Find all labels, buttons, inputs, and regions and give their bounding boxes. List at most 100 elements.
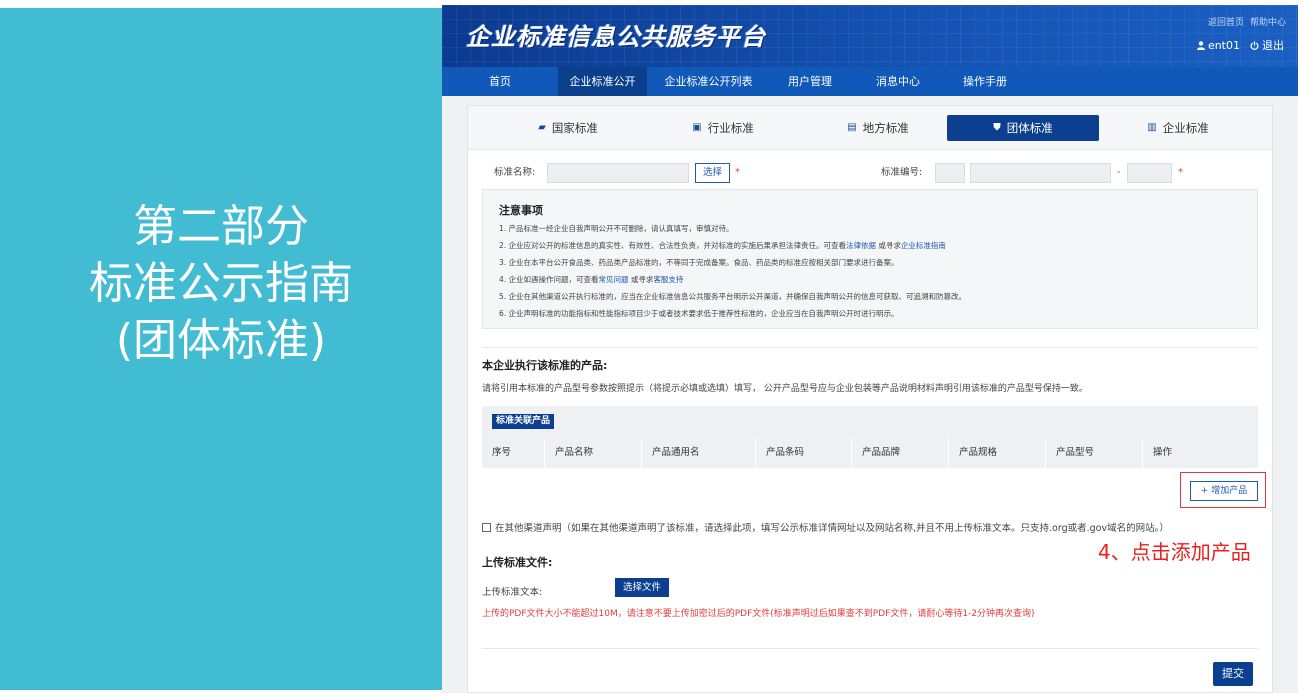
- home-link[interactable]: 返回首页: [1208, 15, 1244, 28]
- add-product-label: 增加产品: [1211, 486, 1248, 496]
- notice-line: 3. 企业在本平台公开食品类、药品类产品标准的，不等同于完成备案。食品、药品类的…: [499, 254, 1249, 271]
- required-mark: *: [1178, 167, 1183, 178]
- notice-line: 2. 企业应对公开的标准信息的真实性、有效性、合法性负责，并对标准的实施后果承担…: [499, 237, 1249, 254]
- logout-button[interactable]: 退出: [1250, 37, 1284, 53]
- slide-root: 第二部分 标准公示指南 (团体标准) 企业标准信息公共服务平台 返回首页 帮助中…: [0, 0, 1303, 698]
- divider: [482, 347, 1258, 348]
- standard-guide-link[interactable]: 企业标准指南: [901, 241, 946, 250]
- shield-icon: ⛊: [993, 122, 1001, 133]
- upload-section-title: 上传标准文件:: [482, 556, 553, 569]
- notice-text: 6. 企业声明标准的功能指标和性能指标项目少于或者技术要求低于推荐性标准的，企业…: [499, 309, 899, 318]
- notice-text: 5. 企业在其他渠道公开执行标准的，应当在企业标准信息公共服务平台明示公开渠道，…: [499, 292, 967, 301]
- legal-basis-link[interactable]: 法律依据: [846, 241, 876, 250]
- choose-file-button[interactable]: 选择文件: [615, 578, 669, 597]
- user-icon: [1196, 40, 1205, 50]
- related-products-table: 标准关联产品 序号 产品名称 产品通用名 产品条码 产品品牌 产品规格 产品型号…: [482, 406, 1258, 468]
- notice-text: 1. 产品标准一经企业自我声明公开不可删除，请认真填写，审慎对待。: [499, 224, 734, 233]
- tab-label: 国家标准: [551, 121, 598, 135]
- column-header: 产品品牌: [852, 438, 949, 468]
- faq-link[interactable]: 常见问题: [599, 275, 629, 284]
- add-product-highlight: + 增加产品: [1180, 472, 1266, 508]
- help-link[interactable]: 帮助中心: [1250, 15, 1286, 28]
- tab-national-standard[interactable]: ▰ 国家标准: [508, 115, 628, 141]
- document-icon: ▤: [847, 122, 857, 133]
- top-links: 返回首页 帮助中心: [1208, 15, 1286, 28]
- logout-label: 退出: [1262, 39, 1284, 52]
- upload-label: 上传标准文本:: [482, 587, 543, 598]
- submit-button[interactable]: 提交: [1213, 662, 1253, 686]
- other-channel-row: 在其他渠道声明（如果在其他渠道声明了该标准，请选择此项，填写公示标准详情网址以及…: [482, 520, 1169, 534]
- divider: [482, 648, 1258, 649]
- tab-label: 企业标准: [1162, 121, 1209, 135]
- notice-line: 4. 企业如遇操作问题，可查看常见问题 或寻求客服支持: [499, 271, 1249, 288]
- other-channel-checkbox[interactable]: [482, 522, 491, 532]
- notice-line: 5. 企业在其他渠道公开执行标准的，应当在企业标准信息公共服务平台明示公开渠道，…: [499, 288, 1249, 305]
- app-window: 企业标准信息公共服务平台 返回首页 帮助中心 ent01 退出 首页 企业标准公…: [442, 5, 1298, 693]
- plus-icon: +: [1200, 486, 1209, 496]
- slide-title-line-3: (团体标准): [115, 315, 327, 366]
- column-header: 产品规格: [949, 438, 1046, 468]
- step-annotation: 4、点击添加产品: [1098, 540, 1251, 564]
- tab-label: 地方标准: [862, 121, 909, 135]
- standard-code-prefix-input[interactable]: [935, 163, 965, 183]
- related-products-badge: 标准关联产品: [492, 414, 555, 429]
- column-header: 产品名称: [545, 438, 642, 468]
- products-section-desc: 请将引用本标准的产品型号参数按照提示（将提示必填或选填）填写， 公开产品型号应与…: [482, 384, 1088, 394]
- book-icon: ▰: [538, 122, 546, 133]
- standard-code-number-input[interactable]: [970, 163, 1111, 183]
- notice-text: 3. 企业在本平台公开食品类、药品类产品标准的，不等同于完成备案。食品、药品类的…: [499, 258, 899, 267]
- slide-left-panel: 第二部分 标准公示指南 (团体标准): [0, 8, 442, 690]
- briefcase-icon: ▣: [692, 122, 702, 133]
- slide-title-line-2: 标准公示指南: [89, 258, 353, 309]
- brand-title: 企业标准信息公共服务平台: [466, 23, 766, 51]
- nav-item-home[interactable]: 首页: [442, 67, 558, 96]
- nav-item-user-management[interactable]: 用户管理: [770, 67, 850, 96]
- code-dash: -: [1117, 167, 1121, 178]
- tab-enterprise-standard[interactable]: ▥ 企业标准: [1118, 115, 1238, 141]
- select-standard-button[interactable]: 选择: [695, 163, 730, 183]
- standard-type-tabs: ▰ 国家标准 ▣ 行业标准 ▤ 地方标准 ⛊ 团体标准 ▥ 企业标准: [468, 106, 1272, 150]
- standard-name-input[interactable]: [547, 163, 689, 183]
- notice-text: 或寻求: [876, 241, 901, 250]
- tab-group-standard[interactable]: ⛊ 团体标准: [947, 115, 1099, 141]
- required-mark: *: [735, 167, 740, 178]
- standard-code-label: 标准编号:: [881, 167, 923, 178]
- notice-line: 1. 产品标准一经企业自我声明公开不可删除，请认真填写，审慎对待。: [499, 220, 1249, 237]
- tab-label: 行业标准: [707, 121, 754, 135]
- add-product-button[interactable]: + 增加产品: [1190, 481, 1258, 501]
- notice-text: 2. 企业应对公开的标准信息的真实性、有效性、合法性负责，并对标准的实施后果承担…: [499, 241, 847, 250]
- notice-box: 注意事项 1. 产品标准一经企业自我声明公开不可删除，请认真填写，审慎对待。 2…: [482, 189, 1258, 329]
- standard-code-year-input[interactable]: [1127, 163, 1172, 183]
- bank-icon: ▥: [1147, 122, 1157, 133]
- notice-title: 注意事项: [499, 204, 543, 217]
- standard-name-label: 标准名称:: [494, 167, 536, 178]
- slide-title-line-1: 第二部分: [133, 201, 309, 252]
- user-menu[interactable]: ent01: [1196, 37, 1240, 53]
- app-header: 企业标准信息公共服务平台 返回首页 帮助中心 ent01 退出: [442, 5, 1298, 67]
- nav-item-standard-publish[interactable]: 企业标准公开: [558, 67, 647, 96]
- table-header: 序号 产品名称 产品通用名 产品条码 产品品牌 产品规格 产品型号 操作: [482, 438, 1258, 468]
- tab-local-standard[interactable]: ▤ 地方标准: [818, 115, 938, 141]
- support-link[interactable]: 客服支持: [653, 275, 683, 284]
- main-content: ▰ 国家标准 ▣ 行业标准 ▤ 地方标准 ⛊ 团体标准 ▥ 企业标准 标准名称:…: [467, 105, 1273, 693]
- tab-label: 团体标准: [1006, 121, 1053, 135]
- products-section-title: 本企业执行该标准的产品:: [482, 359, 608, 372]
- user-area: ent01 退出: [1196, 37, 1284, 53]
- notice-text: 或寻求: [628, 275, 654, 284]
- standard-form-row: 标准名称: 选择 * 标准编号: - *: [468, 163, 1272, 183]
- column-header: 产品通用名: [642, 438, 756, 468]
- main-nav: 首页 企业标准公开 企业标准公开列表 用户管理 消息中心 操作手册: [442, 67, 1298, 96]
- column-header: 序号: [482, 438, 545, 468]
- nav-item-manual[interactable]: 操作手册: [946, 67, 1024, 96]
- column-header: 操作: [1153, 447, 1173, 458]
- nav-item-messages[interactable]: 消息中心: [850, 67, 946, 96]
- notice-line: 6. 企业声明标准的功能指标和性能指标项目少于或者技术要求低于推荐性标准的，企业…: [499, 305, 1249, 322]
- slide-title: 第二部分 标准公示指南 (团体标准): [0, 198, 442, 369]
- nav-item-standard-list[interactable]: 企业标准公开列表: [647, 67, 770, 96]
- upload-warning: 上传的PDF文件大小不能超过10M，请注意不要上传加密过后的PDF文件(标准声明…: [482, 609, 1035, 619]
- column-header: 产品型号: [1046, 438, 1143, 468]
- notice-list: 1. 产品标准一经企业自我声明公开不可删除，请认真填写，审慎对待。 2. 企业应…: [499, 220, 1249, 322]
- tab-industry-standard[interactable]: ▣ 行业标准: [663, 115, 783, 141]
- username: ent01: [1207, 38, 1240, 52]
- other-channel-label: 在其他渠道声明（如果在其他渠道声明了该标准，请选择此项，填写公示标准详情网址以及…: [495, 523, 1169, 534]
